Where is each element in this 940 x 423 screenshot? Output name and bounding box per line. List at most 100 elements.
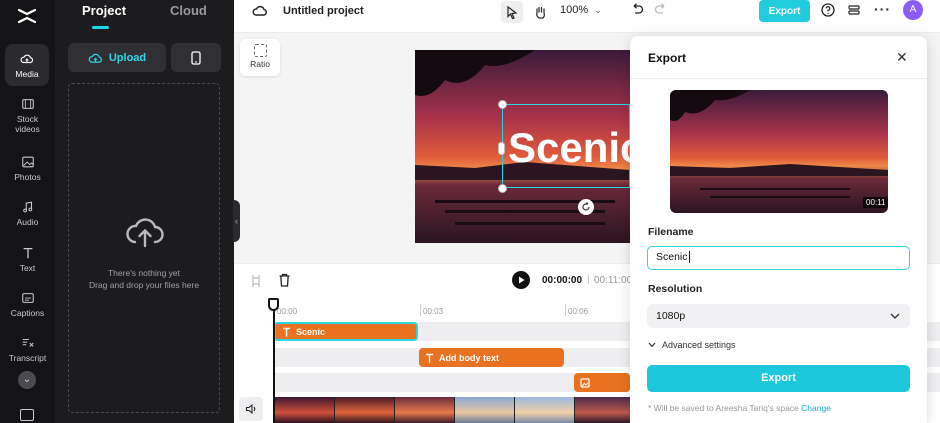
filename-field[interactable]: Scenic [647,246,910,270]
capcut-logo-icon[interactable] [15,4,39,28]
filmstrip-frame [395,397,455,423]
empty-state-title: There's nothing yet [107,268,181,278]
upload-button[interactable]: Upload [68,43,166,72]
chevron-down-icon [890,304,900,328]
clip-label: Add body text [439,352,499,363]
keyboard-icon[interactable] [20,409,34,421]
close-icon[interactable]: ✕ [896,49,908,66]
rail-item-label: Photos [14,172,41,182]
resolution-select[interactable]: 1080p [647,304,910,328]
captions-icon [21,293,34,303]
mute-track-button[interactable] [239,397,263,421]
text-cursor [688,251,690,263]
playhead-handle[interactable] [268,298,279,311]
resolution-value: 1080p [656,310,686,322]
aspect-ratio-icon [253,44,267,57]
media-cloud-icon [20,54,34,64]
split-icon[interactable] [250,274,262,288]
transcript-icon [22,338,34,347]
resolution-label: Resolution [648,283,703,295]
filmstrip-frame [335,397,395,423]
text-t-icon [23,247,32,259]
video-clip-filmstrip[interactable] [275,397,635,423]
help-icon[interactable] [821,3,835,17]
media-panel: Project Cloud Upload There's nothing yet… [55,0,234,423]
tab-active-indicator [92,26,109,29]
rail-item-captions[interactable]: Captions [0,291,55,318]
ruler-label: 00:03 [423,307,444,316]
text-t-icon [283,327,290,336]
divider [630,78,927,79]
play-button[interactable] [512,271,530,289]
resize-handle[interactable] [498,142,505,155]
save-location-note: * Will be saved to Areesha Tariq's space… [648,403,831,413]
clip-scenic-text[interactable]: Scenic [274,322,418,341]
clip-image-sticker[interactable] [574,373,630,392]
clip-add-body-text[interactable]: Add body text [419,348,564,367]
resize-handle[interactable] [498,100,507,109]
avatar[interactable]: A [903,0,923,20]
undo-icon[interactable] [630,3,644,16]
delete-icon[interactable] [278,273,291,287]
layers-icon[interactable] [847,3,861,17]
change-space-link[interactable]: Change [801,403,831,413]
text-t-icon [426,353,433,362]
dialog-title: Export [648,51,687,65]
upload-cloud-icon [88,53,102,63]
save-location-text: * Will be saved to Areesha Tariq's space [648,403,799,413]
rail-item-label: Text [19,263,36,273]
export-button-top[interactable]: Export [759,0,810,22]
cursor-icon [507,5,518,19]
filmstrip-frame [455,397,515,423]
rail-item-stock-videos[interactable]: Stock videos [0,97,55,134]
film-icon [21,99,34,109]
ruler-tick [565,304,566,316]
resize-handle[interactable] [498,184,507,193]
filmstrip-frame [515,397,575,423]
zoom-select[interactable]: 100% ⌄ [560,4,602,16]
rail-item-media[interactable]: Media [5,44,49,86]
cloud-sync-icon[interactable] [252,3,268,17]
time-separator: | [587,274,590,285]
rail-item-transcript[interactable]: Transcript [0,336,55,363]
ratio-button[interactable]: Ratio [240,39,280,76]
filmstrip-frame [275,397,335,423]
export-dialog: Export ✕ 00:11 Filename Scenic Resolutio… [630,36,927,423]
rail-item-photos[interactable]: Photos [0,155,55,182]
project-title[interactable]: Untitled project [283,5,364,17]
speaker-icon [245,403,256,415]
ruler-tick [420,304,421,316]
play-icon [518,276,524,284]
hand-tool-button[interactable] [529,1,551,23]
rail-item-label: Transcript [8,353,47,363]
redo-icon[interactable] [654,3,668,16]
rail-expand-chevron-icon[interactable]: ⌄ [18,371,36,389]
top-bar: Untitled project 100% ⌄ Export ··· A [234,0,940,33]
panel-collapse-handle[interactable]: ‹ [233,200,240,242]
tab-cloud[interactable]: Cloud [170,3,207,18]
advanced-settings-toggle[interactable]: Advanced settings [648,340,736,350]
hand-icon [535,6,545,19]
image-icon [580,377,590,388]
rail-item-audio[interactable]: Audio [0,200,55,227]
export-confirm-button[interactable]: Export [647,365,910,392]
chevron-down-icon: ⌄ [594,5,602,15]
canvas-text-overlay[interactable]: Scenic [508,124,630,172]
tab-project[interactable]: Project [82,3,126,18]
zoom-value: 100% [560,4,589,16]
phone-icon [191,50,201,65]
upload-from-phone-button[interactable] [171,43,221,72]
rotate-icon[interactable] [578,199,594,215]
clip-label: Scenic [296,326,326,337]
ruler-label: 00:06 [568,307,589,316]
pointer-tool-button[interactable] [501,1,523,23]
upload-button-label: Upload [108,51,147,64]
media-dropzone[interactable]: There's nothing yet Drag and drop your f… [68,83,220,413]
duration-badge: 00:11 [863,197,889,208]
left-rail: Media Stock videos Photos Audio Text Cap… [0,0,55,423]
filename-value: Scenic [656,251,688,263]
more-options-icon[interactable]: ··· [874,1,891,17]
rail-item-label: Audio [16,217,39,227]
rail-item-text[interactable]: Text [0,246,55,273]
image-icon [21,156,34,168]
